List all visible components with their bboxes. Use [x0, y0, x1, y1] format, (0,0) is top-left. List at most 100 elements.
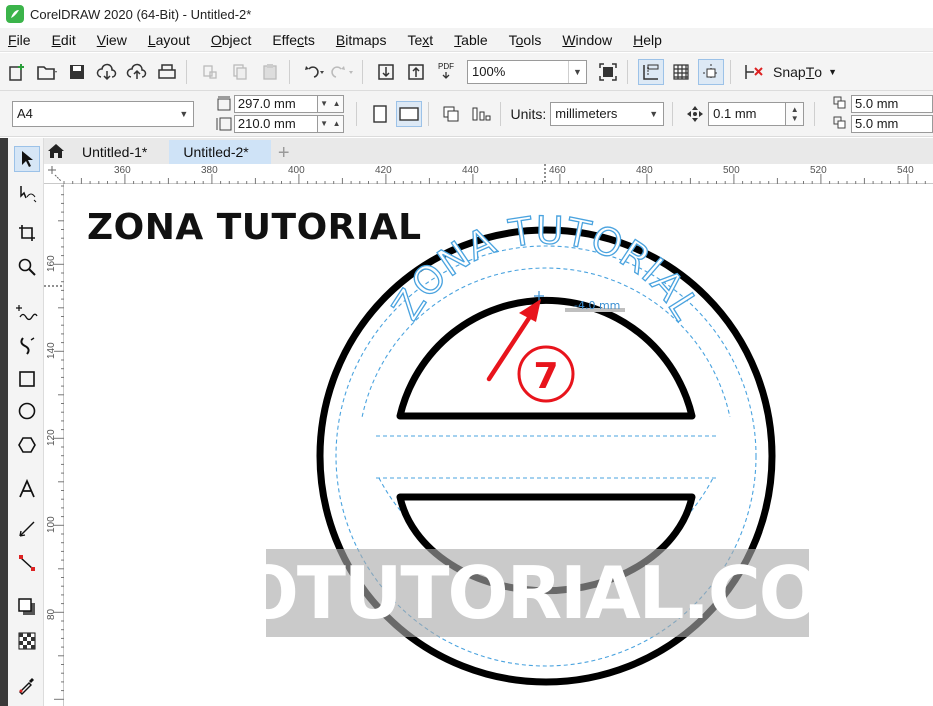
chevron-down-icon[interactable]: ▼ — [645, 103, 663, 125]
menu-item-ul: O — [210, 31, 222, 48]
cloud-upload-icon[interactable] — [124, 59, 150, 85]
menu-item-pre: Te — [407, 31, 423, 48]
menu-item-post: t — [429, 31, 434, 48]
document-tab[interactable]: Untitled-2* — [169, 140, 271, 164]
import-icon[interactable] — [373, 59, 399, 85]
menu-item[interactable]: Layout — [148, 32, 190, 48]
page-size-value: A4 — [17, 106, 33, 121]
show-grid-icon[interactable] — [668, 59, 694, 85]
document-tab-bar: Untitled-1* Untitled-2* + — [44, 138, 933, 164]
toolbar-separator — [289, 59, 290, 84]
menu-item[interactable]: Table — [454, 32, 487, 48]
new-document-icon[interactable] — [4, 59, 30, 85]
shape-tool-icon[interactable] — [14, 180, 40, 206]
print-icon[interactable] — [154, 59, 180, 85]
chevron-down-icon[interactable]: ▼ — [175, 103, 193, 125]
vertical-ruler[interactable]: 160 140 120 100 80 — [44, 184, 64, 706]
artistic-media-tool-icon[interactable] — [14, 332, 40, 358]
page-width-field[interactable]: 297.0 mm — [233, 94, 318, 113]
menu-item-ul: E — [51, 31, 61, 48]
drop-shadow-tool-icon[interactable] — [14, 594, 40, 620]
crop-tool-icon[interactable] — [14, 220, 40, 246]
home-icon[interactable] — [44, 138, 68, 164]
save-icon[interactable] — [64, 59, 90, 85]
step-number: 7 — [533, 356, 558, 397]
toolbar-separator — [362, 59, 363, 84]
pdf-label: PDF — [438, 62, 454, 71]
menu-item[interactable]: Object — [211, 32, 251, 48]
nudge-spinner[interactable]: ▲ ▼ — [786, 101, 805, 126]
document-tab[interactable]: Untitled-1* — [68, 140, 170, 164]
menu-item[interactable]: View — [97, 32, 127, 48]
width-spinner[interactable]: ▼ ▲ — [317, 94, 344, 113]
duplicate-distance: 5.0 mm 5.0 mm — [833, 94, 933, 133]
chevron-down-icon[interactable]: ▼ — [568, 60, 586, 83]
add-tab-icon[interactable]: + — [273, 142, 295, 164]
pick-tool-icon[interactable] — [14, 146, 40, 172]
menu-item-pre: Effe — [272, 31, 297, 48]
snap-to-menu[interactable]: Snap To ▼ — [773, 64, 837, 80]
connector-tool-icon[interactable] — [14, 550, 40, 576]
menu-item-post: bject — [221, 31, 252, 48]
snap-off-icon[interactable] — [741, 59, 767, 85]
standard-toolbar: PDF 100% ▼ Snap To ▼ — [0, 53, 933, 91]
all-pages-icon[interactable] — [439, 101, 464, 127]
title-bar: CorelDRAW 2020 (64-Bit) - Untitled-2* — [0, 0, 933, 28]
cloud-download-icon[interactable] — [94, 59, 120, 85]
offset-readout: -4.0 mm — [574, 299, 620, 312]
copy-icon — [227, 59, 253, 85]
toolbar-separator — [730, 59, 731, 84]
menu-item[interactable]: Window — [562, 32, 612, 48]
ellipse-tool-icon[interactable] — [14, 398, 40, 424]
zoom-level-select[interactable]: 100% ▼ — [467, 59, 587, 84]
menu-item-ul: V — [96, 31, 106, 48]
snap-to-post: o — [814, 63, 823, 80]
menu-item[interactable]: Effects — [272, 32, 315, 48]
duplicate-y-field[interactable]: 5.0 mm — [851, 114, 933, 133]
open-folder-icon[interactable] — [34, 59, 60, 85]
zoom-tool-icon[interactable] — [14, 254, 40, 280]
drawing-canvas[interactable]: ZONA TUTORIAL ZONA TUTORIAL -4.0 mm 7 ZO… — [65, 185, 933, 706]
menu-item[interactable]: File — [8, 32, 31, 48]
page-dimensions: 297.0 mm ▼ ▲ 210.0 mm ▼ ▲ — [216, 94, 344, 133]
freehand-tool-icon[interactable] — [14, 298, 40, 324]
portrait-icon[interactable] — [367, 101, 392, 127]
menu-item-post: itmaps — [345, 31, 387, 48]
publish-pdf-icon[interactable]: PDF — [433, 59, 459, 85]
menu-item-ul: B — [335, 31, 346, 48]
full-screen-preview-icon[interactable] — [595, 59, 621, 85]
duplicate-x-field[interactable]: 5.0 mm — [851, 94, 933, 113]
menu-item-ul: c — [297, 31, 304, 48]
menu-item[interactable]: Help — [633, 32, 662, 48]
menu-item-ul: L — [147, 31, 156, 48]
dimension-tool-icon[interactable] — [14, 516, 40, 542]
current-page-icon[interactable] — [468, 101, 493, 127]
menu-item[interactable]: Edit — [52, 32, 76, 48]
chevron-down-icon: ▼ — [828, 66, 837, 77]
units-select[interactable]: millimeters ▼ — [550, 101, 664, 126]
transparency-tool-icon[interactable] — [14, 628, 40, 654]
window-title: CorelDRAW 2020 (64-Bit) - Untitled-2* — [30, 6, 252, 22]
page-size-select[interactable]: A4 ▼ — [12, 100, 194, 127]
show-guidelines-icon[interactable] — [698, 58, 724, 85]
rectangle-tool-icon[interactable] — [14, 366, 40, 392]
units-value: millimeters — [555, 106, 618, 121]
eyedropper-tool-icon[interactable] — [14, 672, 40, 698]
export-icon[interactable] — [403, 59, 429, 85]
page-height-field[interactable]: 210.0 mm — [233, 114, 318, 133]
menu-item-post: ayout — [155, 31, 190, 48]
toolbar-separator — [499, 101, 501, 126]
undo-icon[interactable] — [300, 59, 326, 85]
show-rulers-icon[interactable] — [638, 58, 664, 85]
height-spinner[interactable]: ▼ ▲ — [317, 114, 344, 133]
menu-item[interactable]: Bitmaps — [336, 32, 387, 48]
menu-item[interactable]: Text — [407, 32, 433, 48]
menu-item[interactable]: Tools — [509, 32, 542, 48]
toolbar-separator — [186, 59, 187, 84]
landscape-icon[interactable] — [396, 100, 422, 127]
horizontal-ruler[interactable]: 360 380 400 420 440 460 480 500 520 540 — [44, 164, 933, 184]
nudge-distance-field[interactable]: 0.1 mm — [708, 101, 787, 126]
polygon-tool-icon[interactable] — [14, 432, 40, 458]
text-tool-icon[interactable] — [14, 476, 40, 502]
menu-item-post: ile — [16, 31, 31, 48]
